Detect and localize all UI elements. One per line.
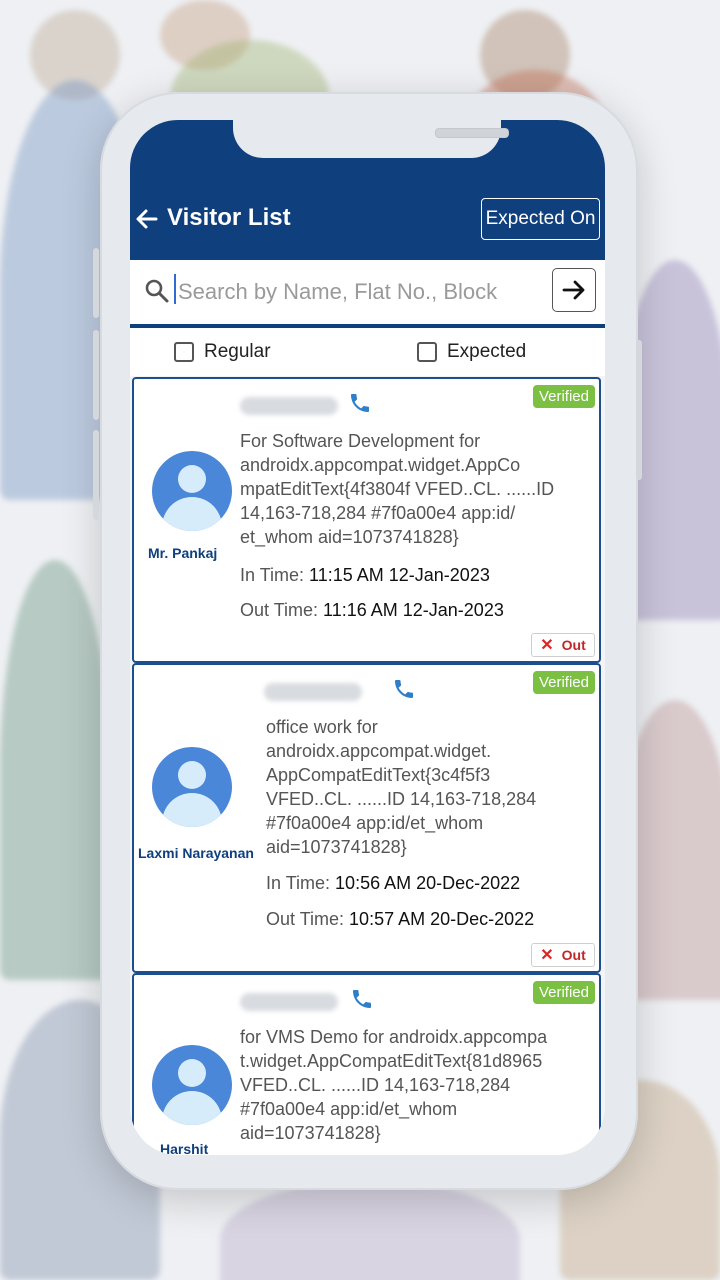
out-time-row: Out Time: 10:57 AM 20-Dec-2022: [266, 909, 534, 930]
checkout-button[interactable]: ✕ Out: [531, 633, 595, 657]
app-screen: Visitor List Expected On Regular Expecte…: [130, 120, 605, 1155]
in-time-value: 11:15 AM 12-Jan-2023: [309, 565, 490, 585]
visit-purpose: For Software Development for androidx.ap…: [240, 431, 555, 547]
checkout-button[interactable]: ✕ Out: [531, 943, 595, 967]
visitor-card[interactable]: Verified Mr. Pankaj For Software Develop…: [132, 377, 601, 663]
avatar: [152, 747, 232, 827]
checkbox-box: [174, 342, 194, 362]
in-time-label: In Time:: [266, 873, 331, 893]
visitor-name: Harshit: [160, 1141, 209, 1155]
phone-number-masked: [240, 397, 338, 415]
visitor-card[interactable]: Verified Laxmi Narayanan office work for…: [132, 663, 601, 973]
expected-label: Expected: [447, 341, 527, 362]
phone-call-icon[interactable]: [392, 677, 416, 701]
phone-call-icon[interactable]: [350, 987, 374, 1011]
volume-button: [93, 248, 99, 318]
in-time-row: In Time: 10:56 AM 20-Dec-2022: [266, 873, 520, 894]
volume-button: [93, 330, 99, 420]
visitor-name: Laxmi Narayanan: [138, 845, 254, 861]
filter-bar: Regular Expected: [130, 328, 605, 376]
phone-number-masked: [264, 683, 362, 701]
search-input[interactable]: [176, 270, 500, 314]
out-time-row: Out Time: 11:16 AM 12-Jan-2023: [240, 600, 504, 621]
page-title: Visitor List: [167, 204, 291, 231]
verified-badge: Verified: [532, 671, 595, 694]
phone-notch: [233, 120, 509, 158]
visitor-card[interactable]: Verified Harshit for VMS Demo for androi…: [132, 973, 601, 1155]
out-time-label: Out Time:: [266, 909, 345, 929]
back-arrow-icon[interactable]: [134, 206, 160, 232]
phone-number-masked: [240, 993, 338, 1011]
out-time-label: Out Time:: [240, 600, 319, 620]
visitor-name: Mr. Pankaj: [148, 545, 218, 561]
in-time-value: 10:56 AM 20-Dec-2022: [335, 873, 521, 893]
volume-button: [93, 430, 99, 520]
in-time-label: In Time:: [240, 565, 305, 585]
in-time-row: In Time: 11:15 AM 12-Jan-2023: [240, 565, 490, 586]
out-time-value: 11:16 AM 12-Jan-2023: [323, 600, 504, 620]
close-icon: ✕: [540, 637, 554, 654]
expected-on-button[interactable]: Expected On: [481, 198, 600, 240]
visit-purpose: office work for androidx.appcompat.widge…: [266, 717, 537, 857]
visit-purpose: for VMS Demo for androidx.appcompa t.wid…: [240, 1027, 548, 1143]
expected-checkbox[interactable]: Expected: [417, 341, 526, 363]
phone-call-icon[interactable]: [348, 391, 372, 415]
regular-checkbox[interactable]: Regular: [174, 341, 271, 363]
visitor-list: Verified Mr. Pankaj For Software Develop…: [130, 377, 605, 1155]
app-header: Visitor List Expected On: [130, 120, 605, 260]
search-icon: [145, 279, 169, 303]
close-icon: ✕: [540, 947, 554, 964]
avatar: [152, 1045, 232, 1125]
verified-badge: Verified: [532, 981, 595, 1004]
power-button: [636, 340, 642, 480]
out-time-value: 10:57 AM 20-Dec-2022: [349, 909, 535, 929]
regular-label: Regular: [204, 341, 271, 362]
checkbox-box: [417, 342, 437, 362]
speaker-grill: [435, 128, 509, 138]
avatar: [152, 451, 232, 531]
arrow-right-icon: [562, 280, 585, 300]
verified-badge: Verified: [532, 385, 595, 408]
search-submit-button[interactable]: [552, 268, 596, 312]
search-bar: [130, 260, 605, 328]
